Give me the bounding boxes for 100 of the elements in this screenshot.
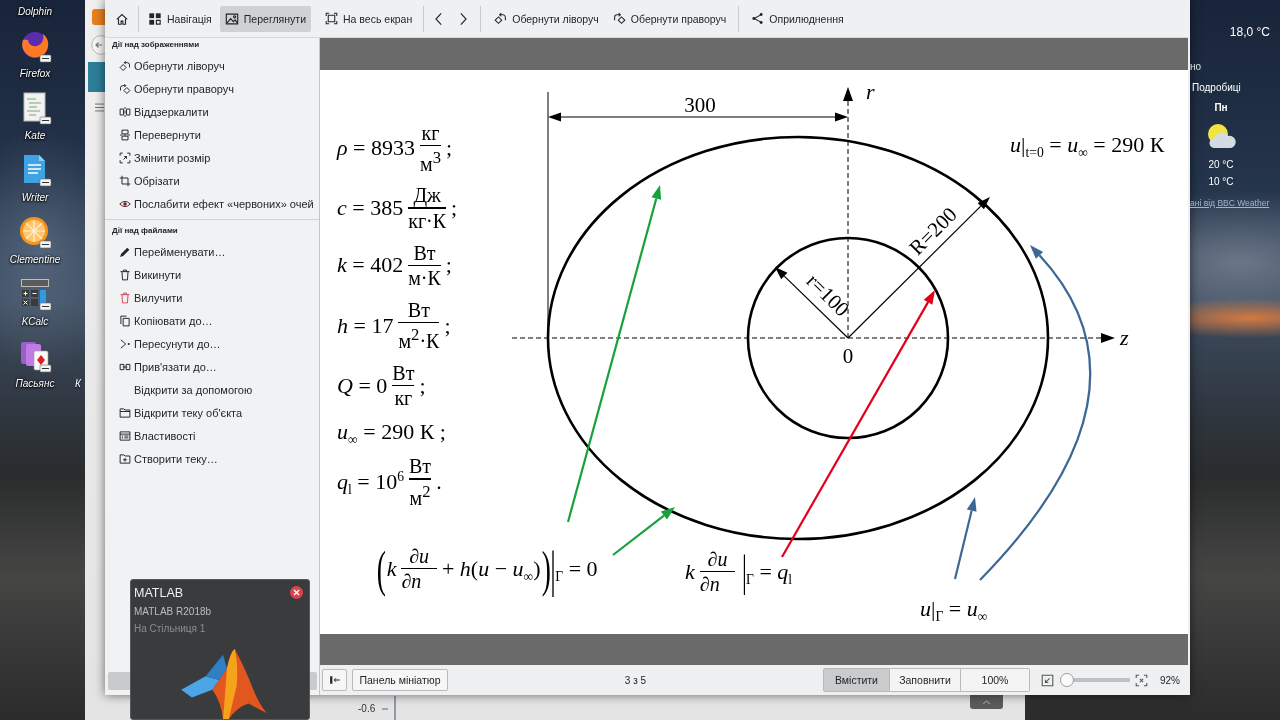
- fraction-denominator: кг·К: [408, 209, 447, 232]
- toolbar-button[interactable]: Обернути праворуч: [607, 5, 732, 32]
- menu-item[interactable]: Властивості: [105, 424, 319, 447]
- fraction-denominator: м$^{2}$: [409, 480, 431, 509]
- desktop-icon-label[interactable]: Kate: [24, 129, 46, 143]
- menu-item[interactable]: Викинути: [105, 263, 319, 286]
- formula-text: u$_{∞}$ = 290 К ;: [337, 419, 446, 446]
- desktop-icon-label[interactable]: Writer: [21, 191, 49, 205]
- formula-text: ;: [451, 195, 458, 222]
- menu-item[interactable]: Пересунути до…: [105, 332, 319, 355]
- menu-item[interactable]: Відкрити теку об'єкта: [105, 401, 319, 424]
- desktop-icon-label[interactable]: Firefox: [19, 67, 51, 81]
- move-arrow-icon: [119, 337, 131, 350]
- menu-item[interactable]: Послабити ефект «червоних» очей: [105, 192, 319, 215]
- forecast-day: Пн: [1214, 101, 1228, 115]
- grid-icon: [148, 11, 162, 26]
- flip-icon: [119, 128, 131, 141]
- menu-item[interactable]: Перевернути: [105, 123, 319, 146]
- toolbar-button[interactable]: Обернути ліворуч: [489, 5, 604, 32]
- zoom-fit-icon[interactable]: [1041, 673, 1054, 687]
- folder-icon: [119, 406, 131, 419]
- app-tile-icon[interactable]: [92, 9, 105, 25]
- menu-item[interactable]: Віддзеркалити: [105, 100, 319, 123]
- fraction-numerator: Вт: [413, 241, 436, 264]
- formula-text: k: [386, 555, 397, 582]
- new-folder-icon: [119, 452, 131, 465]
- toolbar-button[interactable]: Оприлюднення: [746, 5, 849, 32]
- toolbar-tab[interactable]: Навігація: [143, 5, 217, 32]
- share-icon: [751, 12, 765, 25]
- formula-text: $_{Γ}$ = q$_{l}$: [746, 558, 793, 585]
- playing-cards-icon[interactable]: [18, 339, 52, 373]
- source-link[interactable]: ані від BBC Weather: [1190, 197, 1270, 209]
- pencil-icon: [119, 245, 131, 258]
- formula-text: q$_{l}$ = 10$^{6}$: [337, 468, 405, 495]
- sidebar-toggle-button[interactable]: [322, 669, 347, 691]
- temperature-reading: 18,0 °C: [1229, 25, 1270, 39]
- menu-item[interactable]: Обернути ліворуч: [105, 54, 319, 77]
- fraction-numerator: ∂u: [707, 547, 728, 570]
- desktop-icon-label[interactable]: Dolphin: [18, 5, 52, 19]
- formula-text: .: [436, 468, 442, 495]
- home-icon: [115, 11, 129, 26]
- fraction-numerator: ∂u: [409, 544, 430, 567]
- scroll-up-button[interactable]: [970, 695, 1003, 709]
- toolbar-tab[interactable]: Переглянути: [219, 5, 311, 32]
- desktop-icon-label[interactable]: KCalc: [21, 315, 49, 329]
- formula-text: k: [685, 558, 695, 585]
- calculator-icon[interactable]: [18, 277, 52, 311]
- formula-text: ;: [419, 372, 426, 399]
- fraction-numerator: Вт: [409, 455, 432, 478]
- menu-item[interactable]: Обернути праворуч: [105, 77, 319, 100]
- menu-item[interactable]: Відкрити за допомогою: [105, 378, 319, 401]
- formula-delimiter: (: [376, 539, 386, 599]
- high-temperature: 20 °C: [1208, 158, 1234, 172]
- fraction-numerator: Вт: [392, 362, 415, 384]
- image-icon: [224, 11, 239, 26]
- fullscreen-icon: [325, 12, 338, 25]
- menu-item[interactable]: Створити теку…: [105, 447, 319, 470]
- desktop-icon-label[interactable]: Пасьянс: [15, 377, 55, 391]
- desktop-icon-label[interactable]: Clementine: [9, 253, 61, 267]
- menu-item[interactable]: Вилучити: [105, 286, 319, 309]
- sidebar-tile[interactable]: [88, 62, 105, 92]
- formula-text: k = 402: [337, 252, 404, 279]
- slider-thumb[interactable]: [1060, 673, 1074, 687]
- rotate-right-icon: [119, 82, 131, 95]
- zoom-mode-button[interactable]: Заповнити: [890, 668, 961, 692]
- toolbar-button[interactable]: На весь екран: [320, 5, 418, 32]
- formula-text: c = 385: [337, 195, 404, 222]
- menu-item[interactable]: Перейменувати…: [105, 240, 319, 263]
- thumbnail-bar-button[interactable]: Панель мініатюр: [352, 669, 448, 691]
- rotate-left-icon: [494, 12, 508, 25]
- menu-item[interactable]: Прив'язати до…: [105, 355, 319, 378]
- formula-text: h = 17: [337, 312, 394, 339]
- tooltip-desktop-label: На Стільниця 1: [134, 622, 206, 636]
- sun-cloud-icon: [1206, 123, 1236, 149]
- actual-size-icon[interactable]: [1135, 673, 1148, 687]
- desktop-icon-label[interactable]: К: [75, 377, 81, 391]
- details-link[interactable]: Подробиці: [1192, 81, 1241, 95]
- formula-text: $_{Γ}$ = 0: [555, 555, 598, 582]
- close-icon[interactable]: [290, 586, 303, 599]
- fraction-denominator: кг: [394, 387, 413, 410]
- crop-icon: [119, 174, 131, 187]
- menu-item[interactable]: Копіювати до…: [105, 309, 319, 332]
- zoom-mode-button[interactable]: Вмістити: [823, 668, 890, 692]
- trash-icon: [119, 291, 131, 304]
- fraction-denominator: ∂n⃗: [699, 573, 736, 596]
- zoom-mode-button[interactable]: 100%: [961, 668, 1030, 692]
- back-arrow-icon[interactable]: [90, 35, 105, 55]
- formula-text: ;: [444, 312, 451, 339]
- menu-icon[interactable]: [94, 102, 105, 113]
- section-heading: Дії над зображеннями: [111, 39, 201, 51]
- page-indicator: 3 з 5: [623, 674, 648, 686]
- formula-text: + h(u − u$_{∞}$): [441, 555, 541, 582]
- citrus-slice-icon[interactable]: [18, 215, 52, 249]
- formula-delimiter: ): [541, 539, 551, 599]
- menu-item[interactable]: Змінити розмір: [105, 146, 319, 169]
- rotate-right-icon: [612, 12, 626, 25]
- fraction-denominator: м$^{2}$·К: [398, 324, 440, 352]
- rotate-left-icon: [119, 59, 131, 72]
- weather-condition: но: [1190, 60, 1202, 74]
- menu-item[interactable]: Обрізати: [105, 169, 319, 192]
